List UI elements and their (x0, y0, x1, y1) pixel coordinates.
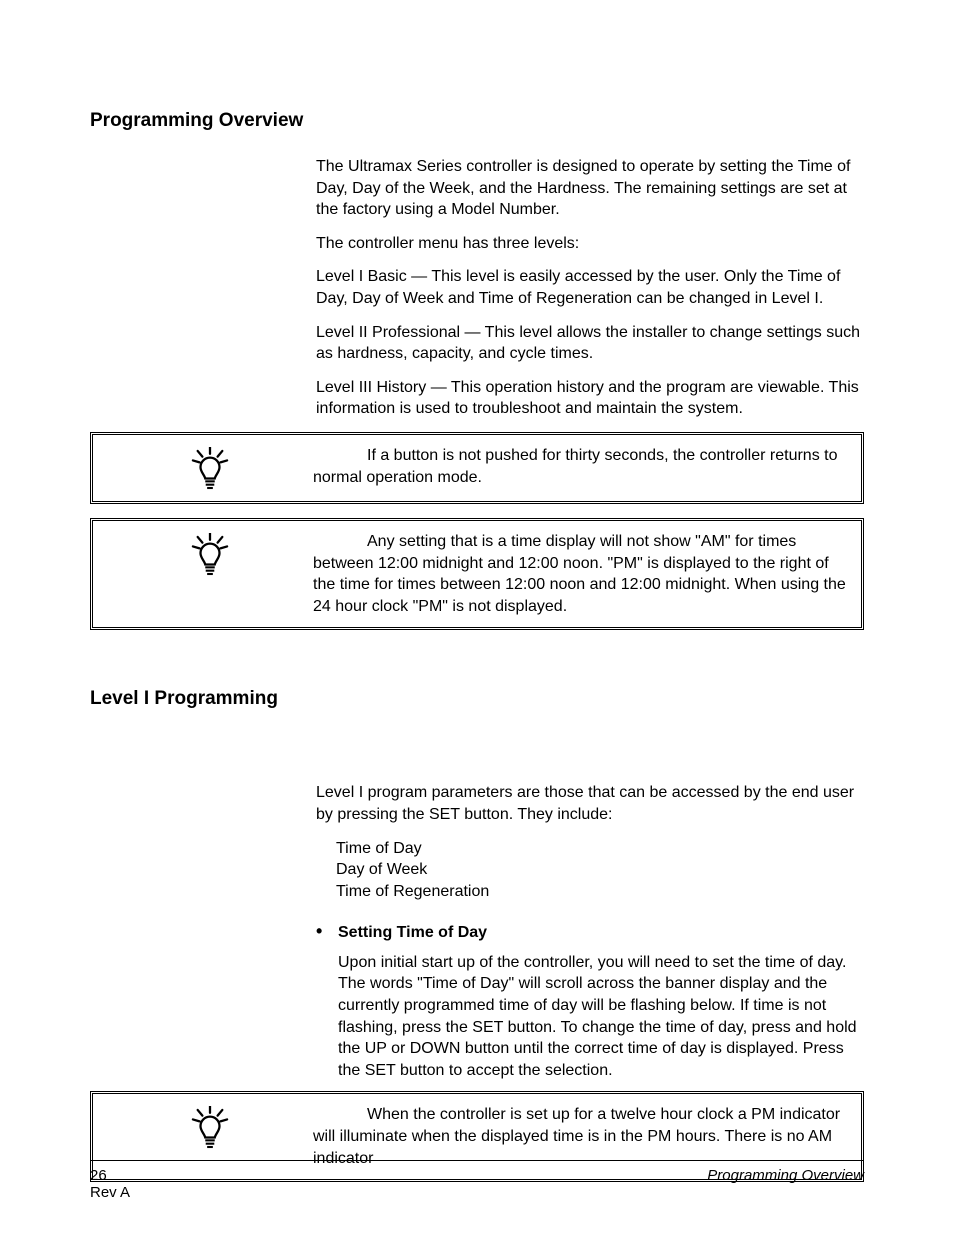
paragraph: Level III History — This operation histo… (316, 377, 864, 420)
footer-left: 26 Rev A (90, 1167, 130, 1201)
paragraph: The Ultramax Series controller is design… (316, 156, 864, 221)
paragraph: Level I Basic — This level is easily acc… (316, 266, 864, 309)
note-paragraph: If a button is not pushed for thirty sec… (313, 445, 847, 488)
paragraph: The controller menu has three levels: (316, 233, 864, 255)
page: Programming Overview The Ultramax Series… (0, 0, 954, 1235)
sub-heading: Setting Time of Day (338, 922, 487, 944)
lightbulb-icon (191, 447, 229, 491)
footer-section-title: Programming Overview (707, 1167, 864, 1184)
note-box: If a button is not pushed for thirty sec… (90, 432, 864, 504)
note-icon-col (107, 1104, 313, 1150)
lightbulb-icon (191, 1106, 229, 1150)
note-box: Any setting that is a time display will … (90, 518, 864, 630)
paragraph: Upon initial start up of the controller,… (338, 952, 864, 1082)
sub-body: Upon initial start up of the controller,… (338, 952, 864, 1082)
note-paragraph: Any setting that is a time display will … (313, 531, 847, 617)
lightbulb-icon (191, 533, 229, 577)
note-icon-col (107, 531, 313, 577)
section2-body: Level I program parameters are those tha… (316, 782, 864, 1081)
section1-body: The Ultramax Series controller is design… (316, 156, 864, 420)
note-icon-col (107, 445, 313, 491)
bullet-row: • Setting Time of Day (316, 922, 864, 944)
heading-programming-overview: Programming Overview (90, 110, 864, 132)
list-item: Time of Day (336, 838, 864, 860)
page-footer: 26 Rev A Programming Overview (90, 1160, 864, 1201)
note-text: If a button is not pushed for thirty sec… (313, 445, 847, 488)
page-number: 26 (90, 1167, 130, 1184)
heading-level-i-programming: Level I Programming (90, 688, 864, 710)
bullet-icon: • (316, 922, 338, 944)
list-item: Day of Week (336, 859, 864, 881)
revision: Rev A (90, 1184, 130, 1201)
paragraph: Level I program parameters are those tha… (316, 782, 864, 825)
parameter-list: Time of Day Day of Week Time of Regenera… (336, 838, 864, 903)
paragraph: Level II Professional — This level allow… (316, 322, 864, 365)
list-item: Time of Regeneration (336, 881, 864, 903)
note-text: Any setting that is a time display will … (313, 531, 847, 617)
